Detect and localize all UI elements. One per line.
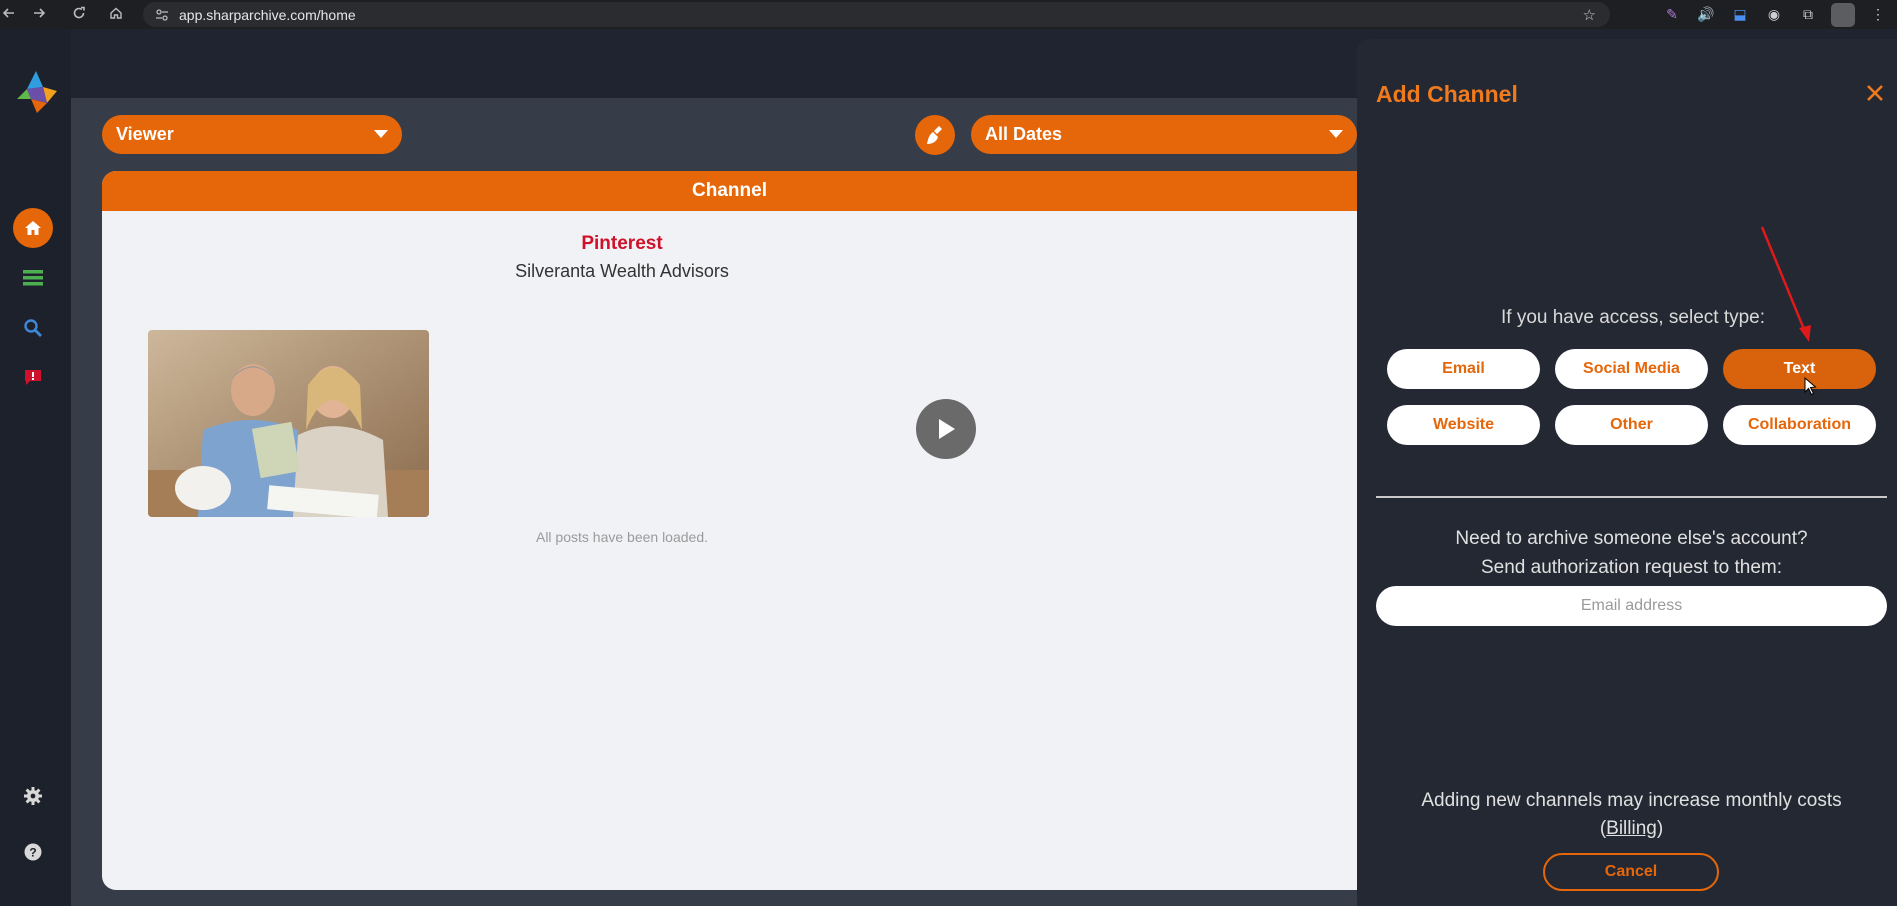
archive-line-2: Send authorization request to them: — [1480, 557, 1783, 578]
translate-icon[interactable]: ⬓ — [1729, 4, 1751, 26]
help-icon: ? — [24, 843, 42, 861]
authorization-email-input[interactable] — [1376, 586, 1887, 626]
home-browser-icon[interactable] — [107, 6, 125, 20]
broom-icon — [927, 126, 942, 144]
forward-icon[interactable] — [30, 6, 48, 20]
section-divider — [1376, 496, 1887, 498]
loaded-message: All posts have been loaded. — [535, 529, 708, 545]
gear-icon — [24, 787, 42, 805]
profile-avatar[interactable] — [1831, 2, 1855, 27]
dates-dropdown-label: All Dates — [985, 124, 1063, 144]
type-website-button[interactable]: Website — [1387, 405, 1540, 445]
address-bar[interactable]: app.sharparchive.com/home ☆ — [143, 2, 1610, 27]
browser-menu-icon[interactable]: ⋮ — [1867, 4, 1889, 26]
cost-line-2: (Billing) — [1376, 815, 1887, 843]
alert-icon — [25, 370, 41, 385]
reload-icon[interactable] — [70, 6, 88, 20]
add-channel-panel: Add Channel If you have access, select t… — [1357, 39, 1897, 906]
chevron-down-icon — [374, 130, 388, 138]
select-type-prompt: If you have access, select type: — [1500, 307, 1766, 328]
type-collaboration-button[interactable]: Collaboration — [1723, 405, 1876, 445]
list-icon — [23, 270, 43, 286]
browser-toolbar: app.sharparchive.com/home ☆ ✎ 🔊 ⬓ ◉ ⧉ ⋮ — [0, 0, 1897, 29]
cancel-button[interactable]: Cancel — [1543, 853, 1719, 891]
search-icon — [24, 319, 42, 337]
app-logo[interactable] — [13, 69, 59, 115]
sidebar-item-help[interactable]: ? — [13, 832, 53, 872]
cost-line-1: Adding new channels may increase monthly… — [1421, 790, 1842, 811]
channel-header: Channel — [102, 171, 1357, 211]
dates-dropdown[interactable]: All Dates — [971, 115, 1357, 154]
sidebar-item-settings[interactable] — [13, 776, 53, 816]
viewer-dropdown[interactable]: Viewer — [102, 115, 402, 154]
extensions-puzzle-icon[interactable]: ⧉ — [1797, 4, 1819, 26]
type-text-button[interactable]: Text — [1723, 349, 1876, 389]
app-sidebar: ? — [0, 29, 71, 906]
post-thumbnail[interactable] — [148, 330, 429, 517]
pen-extension-icon[interactable]: ✎ — [1661, 4, 1683, 26]
cost-notice: Adding new channels may increase monthly… — [1376, 787, 1887, 843]
archive-other-account-text: Need to archive someone else's account? … — [1376, 524, 1887, 582]
sidebar-item-alerts[interactable] — [13, 357, 53, 397]
svg-text:?: ? — [29, 846, 36, 860]
platform-name: Pinterest — [581, 233, 663, 254]
billing-link[interactable]: Billing — [1606, 818, 1657, 839]
speaker-icon[interactable]: 🔊 — [1695, 4, 1717, 26]
play-icon — [939, 419, 955, 439]
chevron-down-icon — [1329, 130, 1343, 138]
home-icon — [25, 221, 41, 235]
clear-filters-button[interactable] — [915, 115, 955, 155]
type-social-media-button[interactable]: Social Media — [1555, 349, 1708, 389]
add-channel-title: Add Channel — [1376, 81, 1518, 107]
archive-line-1: Need to archive someone else's account? — [1455, 528, 1808, 549]
back-icon[interactable] — [0, 6, 18, 20]
bookmark-star-icon[interactable]: ☆ — [1583, 6, 1596, 24]
viewer-dropdown-label: Viewer — [116, 124, 174, 144]
site-settings-icon[interactable] — [155, 8, 169, 22]
sidebar-item-search[interactable] — [13, 308, 53, 348]
channel-panel: Channel Pinterest Silveranta Wealth Advi… — [102, 171, 1357, 890]
sidebar-item-home[interactable] — [13, 208, 53, 248]
account-name: Silveranta Wealth Advisors — [515, 261, 729, 281]
close-icon[interactable] — [1865, 83, 1887, 105]
play-button[interactable] — [916, 399, 976, 459]
camera-extension-icon[interactable]: ◉ — [1763, 4, 1785, 26]
cost-paren-close: ) — [1656, 818, 1664, 839]
type-other-button[interactable]: Other — [1555, 405, 1708, 445]
top-band — [71, 29, 1357, 98]
type-email-button[interactable]: Email — [1387, 349, 1540, 389]
sidebar-item-list[interactable] — [13, 258, 53, 298]
url-text: app.sharparchive.com/home — [179, 6, 356, 23]
